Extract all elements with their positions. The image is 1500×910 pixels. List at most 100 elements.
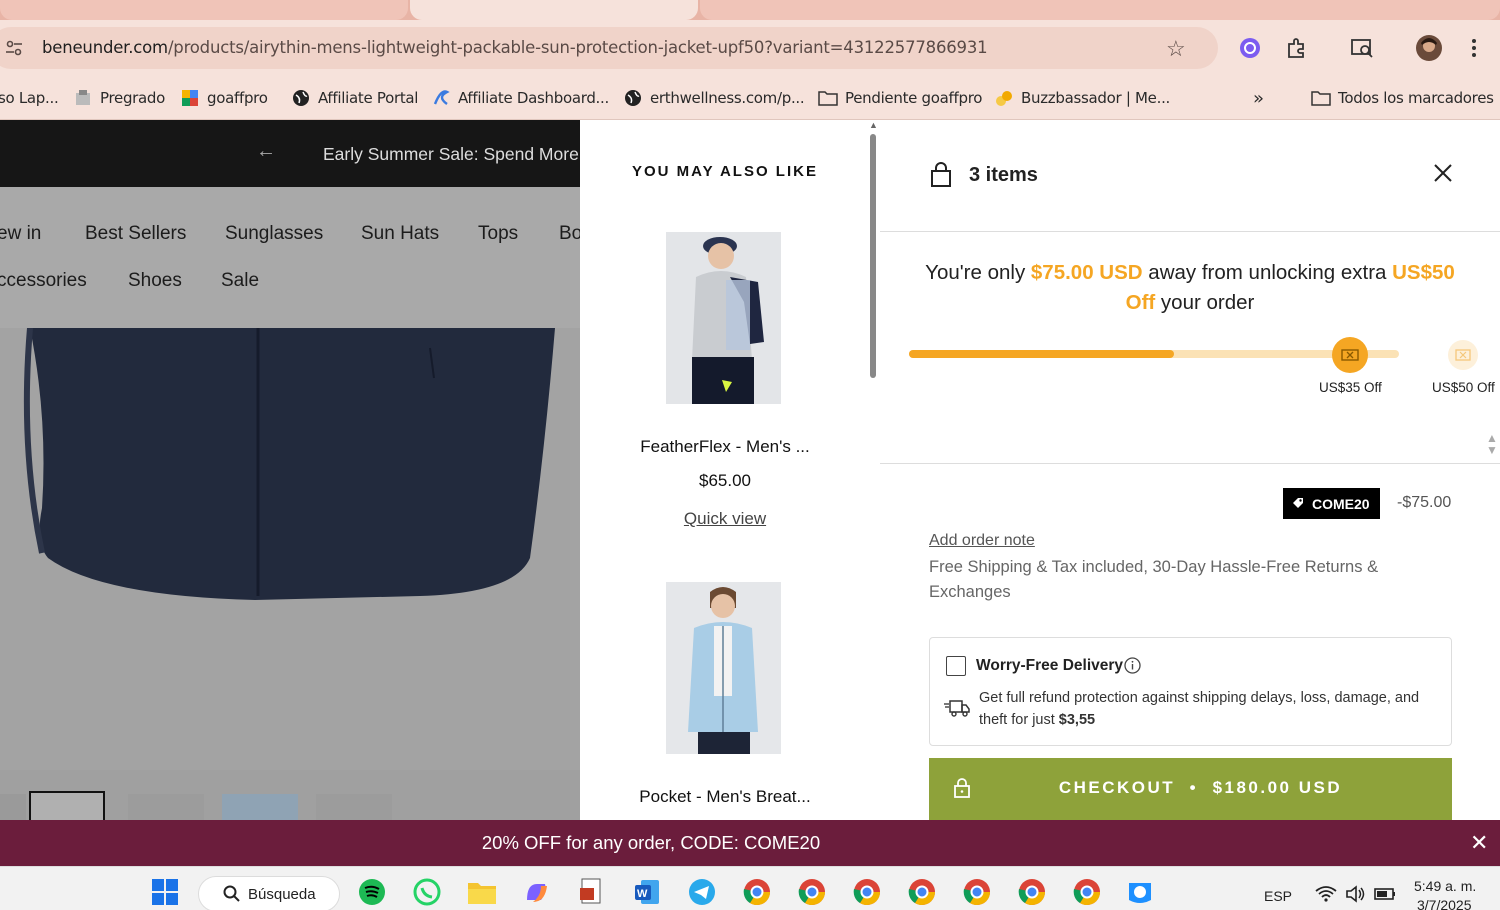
extensions-puzzle-icon[interactable] (1283, 35, 1309, 61)
shipping-returns-note: Free Shipping & Tax included, 30-Day Has… (929, 558, 1379, 601)
chrome-profile-icon[interactable] (907, 877, 937, 907)
thumbnail[interactable] (128, 794, 204, 820)
nav-new-in[interactable]: ew in (0, 223, 41, 245)
browser-tab-active[interactable] (410, 0, 698, 20)
thumbnail[interactable] (222, 794, 298, 820)
bookmark-item[interactable]: so Lap... (0, 85, 59, 111)
volume-icon[interactable] (1341, 879, 1371, 909)
nav-bottoms[interactable]: Bo (559, 223, 580, 245)
add-order-note-link[interactable]: Add order note (929, 532, 1035, 550)
whatsapp-icon[interactable] (412, 877, 442, 907)
url-text[interactable]: beneunder.com/products/airythin-mens-lig… (42, 38, 988, 57)
cart-item-count: 3 items (969, 164, 1038, 186)
chrome-profile-icon[interactable] (1017, 877, 1047, 907)
bookmark-item[interactable]: Pregrado (73, 85, 165, 111)
bookmark-item[interactable]: Buzzbassador | Me... (994, 85, 1170, 111)
thumbnail-strip (0, 770, 580, 820)
battery-icon[interactable] (1370, 879, 1400, 909)
bookmark-folder[interactable]: Pendiente goaffpro (818, 85, 982, 111)
discount-code-badge: COME20 (1283, 488, 1380, 519)
profile-avatar[interactable] (1416, 35, 1442, 61)
arrow-left-icon[interactable]: ← (256, 140, 276, 163)
browser-tab[interactable] (700, 0, 1500, 20)
browser-toolbar: beneunder.com/products/airythin-mens-lig… (0, 20, 1500, 76)
discount-amount: -$75.00 (1397, 494, 1452, 511)
nav-best-sellers[interactable]: Best Sellers (85, 223, 186, 245)
product-name[interactable]: FeatherFlex - Men's ... (580, 437, 870, 457)
windows-start-icon[interactable] (150, 877, 180, 907)
nav-accessories[interactable]: ccessories (0, 270, 87, 292)
chrome-profile-icon[interactable] (852, 877, 882, 907)
wifi-icon[interactable] (1311, 879, 1341, 909)
store-nav: ew in Best Sellers Sunglasses Sun Hats T… (0, 187, 580, 328)
thumbnail-selected[interactable] (29, 791, 105, 820)
folder-icon (1311, 88, 1331, 108)
product-name[interactable]: Pocket - Men's Breat... (580, 787, 870, 807)
bookmark-item[interactable]: goaffpro (180, 85, 268, 111)
bookmark-star-icon[interactable]: ☆ (1166, 36, 1186, 62)
globe-icon (623, 88, 643, 108)
milestone-label: US$35 Off (1319, 380, 1382, 395)
recommendations-scrollbar[interactable]: ▲ (868, 120, 878, 820)
chrome-profile-icon[interactable] (1072, 877, 1102, 907)
globe-icon (291, 88, 311, 108)
thumbnail[interactable] (316, 794, 392, 820)
chrome-icon-active[interactable] (742, 877, 772, 907)
nav-tops[interactable]: Tops (478, 223, 518, 245)
nav-sunglasses[interactable]: Sunglasses (225, 223, 323, 245)
tab-search-icon[interactable] (1349, 35, 1375, 61)
checkout-button[interactable]: CHECKOUT • $180.00 USD (929, 758, 1452, 820)
thumbnail[interactable] (0, 794, 26, 820)
scroll-up-arrow-icon[interactable]: ▲ (869, 120, 878, 130)
address-bar[interactable]: beneunder.com/products/airythin-mens-lig… (0, 27, 1218, 69)
product-thumb[interactable] (666, 582, 781, 754)
promo-banner-text: 20% OFF for any order, CODE: COME20 (481, 832, 821, 853)
more-bookmarks-chevron[interactable]: » (1253, 85, 1264, 111)
browser-tab[interactable] (0, 0, 408, 20)
cart-scroll-arrows-icon[interactable]: ▲ ▼ (1486, 432, 1498, 456)
nav-shoes[interactable]: Shoes (128, 270, 182, 292)
remaining-amount: $75.00 USD (1030, 261, 1143, 284)
goaffpro-icon (180, 88, 200, 108)
product-page-dimmed[interactable]: ← Early Summer Sale: Spend More, ew in B… (0, 120, 580, 820)
worry-free-delivery-option: Worry-Free Delivery Get full refund prot… (929, 637, 1452, 746)
quick-view-link[interactable]: Quick view (580, 509, 870, 529)
worry-free-delivery-checkbox[interactable] (946, 656, 966, 676)
scrollbar-thumb[interactable] (870, 134, 876, 378)
product-thumb[interactable] (666, 232, 781, 404)
telegram-icon[interactable] (687, 877, 717, 907)
clock-time[interactable]: 5:49 a. m. (1414, 878, 1476, 894)
delivery-truck-icon (944, 698, 970, 723)
language-indicator[interactable]: ESP (1264, 888, 1292, 904)
spotify-icon[interactable] (357, 877, 387, 907)
close-banner-icon[interactable]: ✕ (1470, 830, 1488, 856)
chrome-profile-icon[interactable] (797, 877, 827, 907)
bookmark-item[interactable]: erthwellness.com/p... (623, 85, 805, 111)
extension-purple-icon[interactable] (1237, 35, 1263, 61)
promo-banner: 20% OFF for any order, CODE: COME20 ✕ (0, 820, 1500, 866)
nav-sun-hats[interactable]: Sun Hats (361, 223, 439, 245)
discount-code: COME20 (1312, 495, 1370, 512)
word-icon[interactable]: W (632, 877, 662, 907)
site-info-icon[interactable] (4, 38, 24, 58)
document-app-icon[interactable] (577, 877, 607, 907)
info-icon[interactable] (1124, 657, 1141, 679)
chrome-profile-icon[interactable] (962, 877, 992, 907)
close-cart-icon[interactable] (1432, 162, 1454, 189)
product-image-jacket[interactable] (0, 327, 580, 770)
file-explorer-icon[interactable] (467, 877, 497, 907)
search-label: Búsqueda (248, 886, 316, 903)
recommendations-panel: YOU MAY ALSO LIKE FeatherFlex - Men's ..… (580, 120, 870, 820)
bookmark-item[interactable]: Affiliate Dashboard... (431, 85, 609, 111)
copilot-icon[interactable] (522, 877, 552, 907)
announcement-text: Early Summer Sale: Spend More, (323, 144, 580, 164)
edge-icon[interactable] (1125, 877, 1155, 907)
browser-menu-icon[interactable] (1461, 35, 1487, 61)
protection-price: $3,55 (1058, 712, 1096, 728)
taskbar-search[interactable]: Búsqueda (198, 876, 340, 910)
nav-sale[interactable]: Sale (221, 270, 259, 292)
affiliate-dashboard-icon (431, 88, 451, 108)
clock-date[interactable]: 3/7/2025 (1417, 897, 1472, 910)
all-bookmarks-folder[interactable]: Todos los marcadores (1311, 85, 1494, 111)
bookmark-item[interactable]: Affiliate Portal (291, 85, 418, 111)
